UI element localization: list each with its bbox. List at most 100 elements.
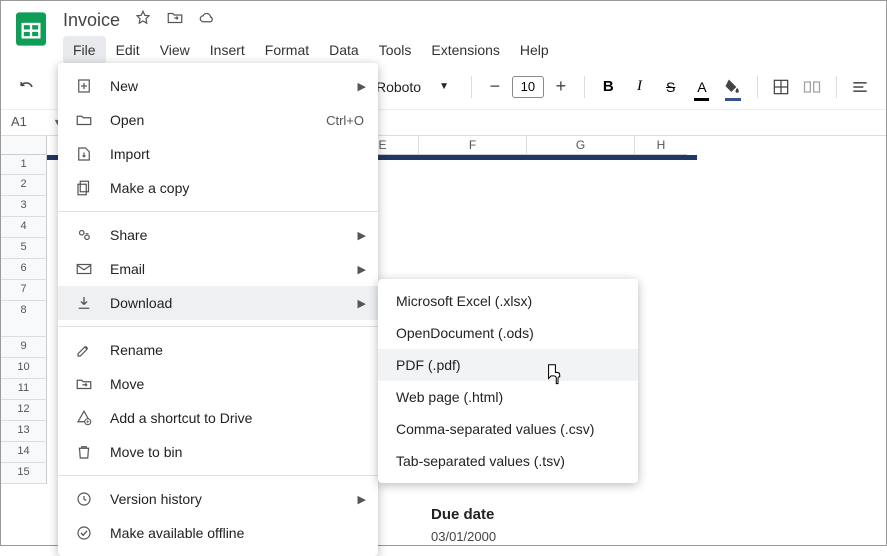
- due-date-label: Due date: [431, 506, 496, 523]
- align-icon[interactable]: [849, 73, 872, 101]
- row-header[interactable]: 6: [1, 259, 47, 280]
- row-header[interactable]: 7: [1, 280, 47, 301]
- shortcut-label: Ctrl+O: [326, 113, 364, 128]
- drive-shortcut-icon: [74, 408, 94, 428]
- move-icon: [74, 374, 94, 394]
- cloud-status-icon[interactable]: [198, 9, 216, 32]
- import-icon: [74, 144, 94, 164]
- new-icon: [74, 76, 94, 96]
- file-make-copy[interactable]: Make a copy: [58, 171, 378, 205]
- menu-label: Move: [110, 376, 144, 392]
- row-header[interactable]: 9: [1, 337, 47, 358]
- italic-icon[interactable]: I: [628, 73, 651, 101]
- row-header[interactable]: 12: [1, 400, 47, 421]
- download-tsv[interactable]: Tab-separated values (.tsv): [378, 445, 638, 477]
- row-header[interactable]: 11: [1, 379, 47, 400]
- font-size-plus[interactable]: +: [550, 76, 572, 98]
- menu-edit[interactable]: Edit: [106, 36, 150, 64]
- file-share[interactable]: Share ▶: [58, 218, 378, 252]
- submenu-arrow-icon: ▶: [358, 263, 366, 276]
- download-xlsx[interactable]: Microsoft Excel (.xlsx): [378, 285, 638, 317]
- strikethrough-icon[interactable]: S: [659, 73, 682, 101]
- row-header[interactable]: 1: [1, 155, 47, 175]
- name-box[interactable]: A1: [11, 114, 39, 129]
- menu-label: Import: [110, 146, 150, 162]
- download-icon: [74, 293, 94, 313]
- row-header[interactable]: 14: [1, 442, 47, 463]
- column-header[interactable]: G: [527, 136, 635, 155]
- sheets-logo[interactable]: [11, 9, 51, 49]
- file-version-history[interactable]: Version history ▶: [58, 482, 378, 516]
- menu-label: Move to bin: [110, 444, 182, 460]
- menu-bar: File Edit View Insert Format Data Tools …: [63, 36, 559, 64]
- menu-file[interactable]: File: [63, 36, 106, 64]
- file-move[interactable]: Move: [58, 367, 378, 401]
- font-size-input[interactable]: [512, 76, 544, 98]
- file-import[interactable]: Import: [58, 137, 378, 171]
- row-header[interactable]: 5: [1, 238, 47, 259]
- folder-icon: [74, 110, 94, 130]
- menu-format[interactable]: Format: [255, 36, 319, 64]
- cell-content: Due date 03/01/2000: [431, 506, 496, 544]
- download-pdf[interactable]: PDF (.pdf): [378, 349, 638, 381]
- row-header[interactable]: 15: [1, 463, 47, 484]
- document-title[interactable]: Invoice: [63, 10, 120, 31]
- file-open[interactable]: Open Ctrl+O: [58, 103, 378, 137]
- font-size-minus[interactable]: −: [484, 76, 506, 98]
- offline-icon: [74, 523, 94, 543]
- download-csv[interactable]: Comma-separated values (.csv): [378, 413, 638, 445]
- merge-cells-icon[interactable]: [801, 73, 824, 101]
- menu-label: Rename: [110, 342, 163, 358]
- menu-label: New: [110, 78, 138, 94]
- menu-label: Share: [110, 227, 147, 243]
- submenu-arrow-icon: ▶: [358, 297, 366, 310]
- file-add-shortcut[interactable]: Add a shortcut to Drive: [58, 401, 378, 435]
- file-download[interactable]: Download ▶: [58, 286, 378, 320]
- row-header[interactable]: 3: [1, 196, 47, 217]
- column-header[interactable]: F: [419, 136, 527, 155]
- submenu-arrow-icon: ▶: [358, 80, 366, 93]
- column-header[interactable]: H: [635, 136, 687, 155]
- file-rename[interactable]: Rename: [58, 333, 378, 367]
- menu-tools[interactable]: Tools: [369, 36, 422, 64]
- star-icon[interactable]: [134, 9, 152, 32]
- menu-label: Make available offline: [110, 525, 244, 541]
- history-icon: [74, 489, 94, 509]
- move-folder-icon[interactable]: [166, 9, 184, 32]
- menu-data[interactable]: Data: [319, 36, 369, 64]
- row-header[interactable]: 10: [1, 358, 47, 379]
- menu-label: Add a shortcut to Drive: [110, 410, 252, 426]
- rename-icon: [74, 340, 94, 360]
- file-menu: New ▶ Open Ctrl+O Import Make a copy Sha…: [58, 63, 378, 556]
- text-color-icon[interactable]: A: [690, 73, 713, 101]
- row-header[interactable]: 13: [1, 421, 47, 442]
- copy-icon: [74, 178, 94, 198]
- menu-label: Open: [110, 112, 144, 128]
- row-header[interactable]: 8: [1, 301, 47, 337]
- menu-help[interactable]: Help: [510, 36, 559, 64]
- menu-insert[interactable]: Insert: [200, 36, 255, 64]
- undo-icon[interactable]: [15, 73, 38, 101]
- menu-label: Version history: [110, 491, 202, 507]
- row-header[interactable]: 4: [1, 217, 47, 238]
- download-html[interactable]: Web page (.html): [378, 381, 638, 413]
- caret-down-icon: ▼: [439, 81, 449, 92]
- submenu-arrow-icon: ▶: [358, 493, 366, 506]
- menu-view[interactable]: View: [150, 36, 200, 64]
- download-ods[interactable]: OpenDocument (.ods): [378, 317, 638, 349]
- bold-icon[interactable]: B: [597, 73, 620, 101]
- font-selector[interactable]: Roboto ▼: [366, 75, 459, 99]
- title-bar: Invoice File Edit View Insert Format Dat…: [1, 1, 886, 64]
- menu-label: Email: [110, 261, 145, 277]
- file-new[interactable]: New ▶: [58, 69, 378, 103]
- fill-color-icon[interactable]: [721, 73, 744, 101]
- file-email[interactable]: Email ▶: [58, 252, 378, 286]
- borders-icon[interactable]: [770, 73, 793, 101]
- file-move-bin[interactable]: Move to bin: [58, 435, 378, 469]
- menu-extensions[interactable]: Extensions: [421, 36, 509, 64]
- row-header[interactable]: 2: [1, 175, 47, 196]
- download-submenu: Microsoft Excel (.xlsx) OpenDocument (.o…: [378, 279, 638, 483]
- menu-label: Make a copy: [110, 180, 189, 196]
- file-offline[interactable]: Make available offline: [58, 516, 378, 550]
- trash-icon: [74, 442, 94, 462]
